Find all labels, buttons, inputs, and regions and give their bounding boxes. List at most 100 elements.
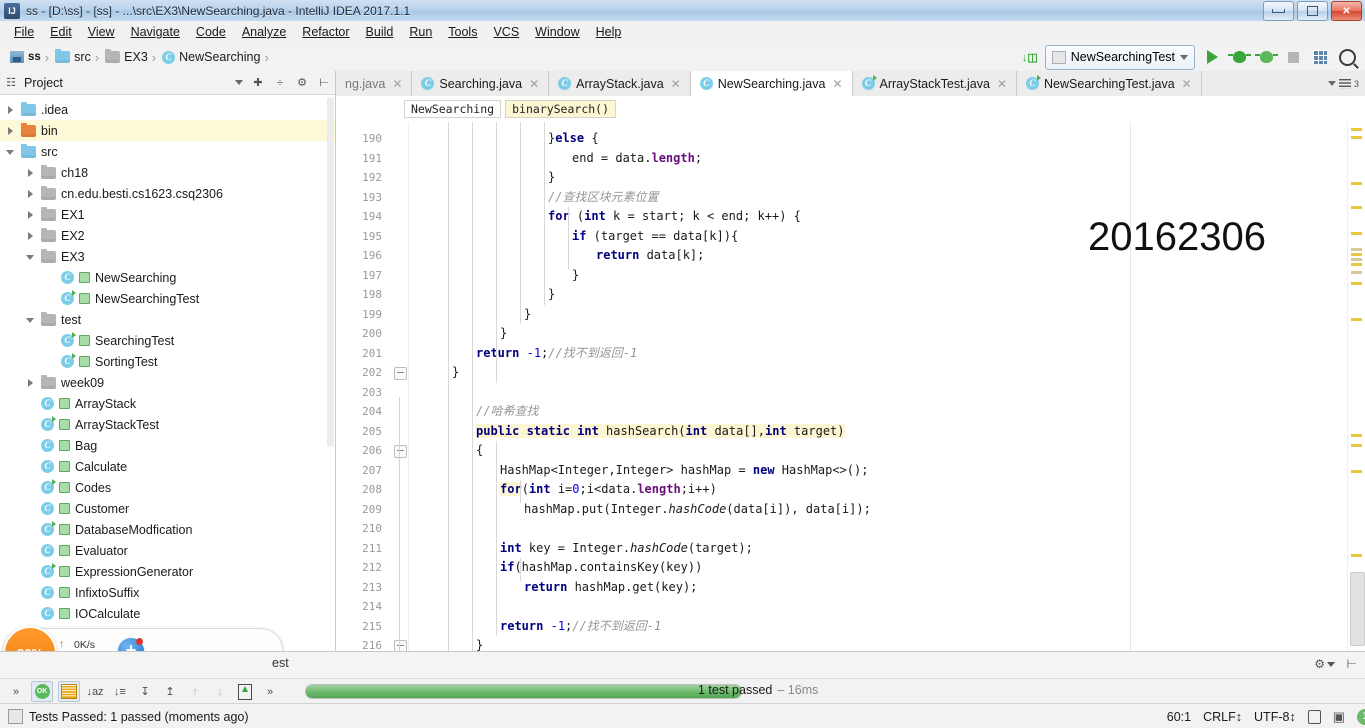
code-text[interactable]: }else {end = data.length;}//查找区块元素位置 for …	[408, 122, 1365, 651]
chevron-right-icon[interactable]	[6, 105, 16, 115]
fold-toggle-icon[interactable]	[394, 445, 407, 458]
menu-tools[interactable]: Tools	[440, 23, 485, 41]
breadcrumb-item-module[interactable]: ss	[6, 49, 43, 65]
more-button[interactable]: »	[260, 682, 280, 701]
close-icon[interactable]: ✕	[832, 77, 842, 91]
run-configuration-selector[interactable]: NewSearchingTest	[1044, 44, 1195, 70]
code-line[interactable]: hashMap.put(Integer.hashCode(data[i]), d…	[520, 500, 871, 520]
editor-tabs-overflow[interactable]: 3	[1327, 71, 1365, 96]
code-line[interactable]: int key = Integer.hashCode(target);	[496, 539, 753, 559]
file-encoding[interactable]: UTF-8↕	[1254, 710, 1296, 724]
code-line[interactable]: //查找区块元素位置	[544, 188, 658, 208]
menu-code[interactable]: Code	[188, 23, 234, 41]
code-line[interactable]: }	[496, 324, 507, 344]
menu-analyze[interactable]: Analyze	[234, 23, 294, 41]
stripe-marker[interactable]	[1351, 136, 1362, 139]
code-line[interactable]: if(hashMap.containsKey(key))	[496, 558, 702, 578]
tree-item-infixtosuffix[interactable]: C InfixtoSuffix	[0, 582, 335, 603]
stripe-marker[interactable]	[1351, 206, 1362, 209]
stripe-marker[interactable]	[1351, 253, 1362, 256]
chevron-right-icon[interactable]	[26, 210, 36, 220]
menu-run[interactable]: Run	[401, 23, 440, 41]
stripe-marker[interactable]	[1351, 318, 1362, 321]
menu-view[interactable]: View	[80, 23, 123, 41]
code-line[interactable]: return -1;//找不到返回-1	[496, 617, 661, 637]
tree-item-iocalculate[interactable]: C IOCalculate	[0, 603, 335, 624]
chevron-down-icon[interactable]	[235, 80, 243, 85]
stripe-marker[interactable]	[1351, 271, 1362, 274]
chevron-down-icon[interactable]	[26, 315, 36, 325]
close-icon[interactable]: ✕	[671, 77, 681, 91]
expand-toolbar-button[interactable]: »	[6, 682, 26, 701]
code-line[interactable]: return data[k];	[592, 246, 704, 266]
code-line[interactable]: return hashMap.get(key);	[520, 578, 697, 598]
line-separator[interactable]: CRLF↕	[1203, 710, 1242, 724]
close-button[interactable]: ✕	[1331, 1, 1362, 21]
show-output-button[interactable]	[58, 681, 80, 702]
fold-toggle-icon[interactable]	[394, 640, 407, 651]
maximize-button[interactable]	[1297, 1, 1328, 21]
stripe-marker[interactable]	[1351, 444, 1362, 447]
code-line[interactable]	[408, 519, 412, 539]
stripe-marker[interactable]	[1351, 470, 1362, 473]
close-icon[interactable]: ✕	[1182, 77, 1192, 91]
collapse-all-button[interactable]: ↥	[160, 682, 180, 701]
minimize-button[interactable]	[1263, 1, 1294, 21]
stripe-marker[interactable]	[1351, 182, 1362, 185]
tree-item-codes[interactable]: C Codes	[0, 477, 335, 498]
run-button[interactable]	[1202, 47, 1222, 67]
code-line[interactable]: for (int k = start; k < end; k++) {	[544, 207, 801, 227]
editor-tab-arraystack[interactable]: C ArrayStack.java ✕	[549, 71, 691, 96]
fold-toggle-icon[interactable]	[394, 367, 407, 380]
tree-item-evaluator[interactable]: C Evaluator	[0, 540, 335, 561]
close-icon[interactable]: ✕	[997, 77, 1007, 91]
code-line[interactable]: HashMap<Integer,Integer> hashMap = new H…	[496, 461, 868, 481]
code-line[interactable]	[408, 383, 412, 403]
hide-icon[interactable]: ⊢	[1347, 657, 1357, 671]
chevron-right-icon[interactable]	[26, 168, 36, 178]
gear-icon[interactable]: ⚙	[1314, 657, 1335, 671]
tree-item-ex1[interactable]: EX1	[0, 204, 335, 225]
close-icon[interactable]: ✕	[529, 77, 539, 91]
chevron-down-icon[interactable]	[26, 252, 36, 262]
editor-tab-searching[interactable]: C Searching.java ✕	[412, 71, 550, 96]
tree-item-expressiongenerator[interactable]: C ExpressionGenerator	[0, 561, 335, 582]
code-line[interactable]: }	[520, 305, 531, 325]
chevron-right-icon[interactable]	[26, 189, 36, 199]
tree-item-week09[interactable]: week09	[0, 372, 335, 393]
editor-tab-newsearchingtest[interactable]: C NewSearchingTest.java ✕	[1017, 71, 1202, 96]
project-scrollbar[interactable]	[327, 97, 334, 447]
stripe-marker[interactable]	[1351, 232, 1362, 235]
tree-item-newsearchingtest[interactable]: C NewSearchingTest	[0, 288, 335, 309]
tree-item-src[interactable]: src	[0, 141, 335, 162]
editor-tab-ng[interactable]: ng.java ✕	[336, 71, 413, 96]
chevron-right-icon[interactable]	[26, 378, 36, 388]
stripe-marker[interactable]	[1351, 434, 1362, 437]
code-line[interactable]: end = data.length;	[568, 149, 702, 169]
code-line[interactable]: {	[472, 441, 483, 461]
breadcrumb-item-src[interactable]: src	[51, 48, 93, 66]
sort-by-duration-button[interactable]: ↓≡	[110, 682, 130, 701]
editor-tab-newsearching[interactable]: C NewSearching.java ✕	[690, 71, 853, 96]
project-tree[interactable]: .idea bin src ch18 cn.edu.besti.cs1623.csq23…	[0, 95, 335, 655]
menu-refactor[interactable]: Refactor	[294, 23, 357, 41]
debug-button[interactable]	[1227, 47, 1251, 67]
settings-icon[interactable]: ⚙	[295, 76, 309, 90]
tree-item-arraystacktest[interactable]: C ArrayStackTest	[0, 414, 335, 435]
tree-item-ex2[interactable]: EX2	[0, 225, 335, 246]
caret-position[interactable]: 60:1	[1167, 710, 1191, 724]
tree-item-bag[interactable]: C Bag	[0, 435, 335, 456]
chevron-right-icon[interactable]	[26, 231, 36, 241]
stripe-marker[interactable]	[1351, 258, 1362, 261]
show-passed-button[interactable]: OK	[31, 681, 53, 702]
code-line[interactable]: }	[544, 285, 555, 305]
tab-list-icon[interactable]	[1338, 78, 1351, 89]
chevron-down-icon[interactable]	[1327, 81, 1336, 86]
notification-badge[interactable]: 1	[1357, 708, 1365, 725]
code-line[interactable]: }	[448, 363, 459, 383]
tree-item-arraystack[interactable]: C ArrayStack	[0, 393, 335, 414]
hide-icon[interactable]: ⊢	[317, 76, 331, 90]
run-panel-tab-label[interactable]: est	[272, 656, 289, 670]
coverage-button[interactable]	[1254, 47, 1278, 67]
breadcrumb-item-ex3[interactable]: EX3	[101, 48, 150, 66]
